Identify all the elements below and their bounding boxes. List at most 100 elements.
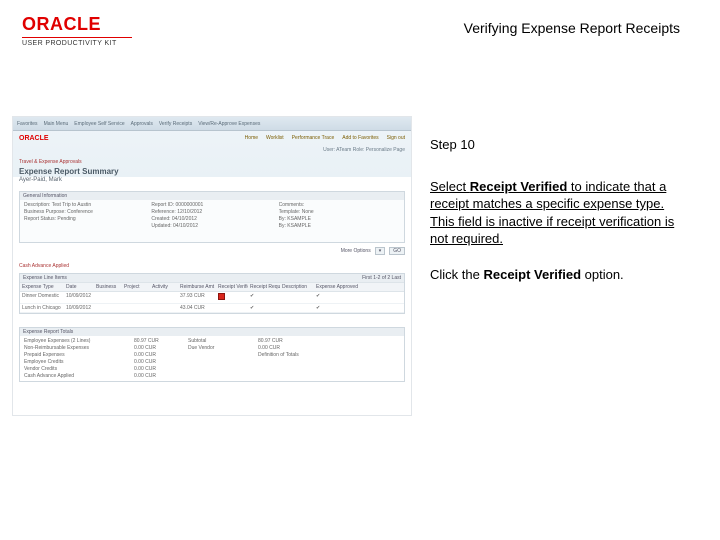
field-value: 04/10/2012 bbox=[172, 216, 197, 222]
table-row: Dinner Domestic 10/09/2012 37.93 CUR ✔ ✔ bbox=[20, 292, 404, 304]
top-link[interactable]: Add to Favorites bbox=[342, 135, 378, 141]
col-header: Description bbox=[280, 283, 314, 291]
cell-description bbox=[280, 304, 314, 312]
cell-expense-approved: ✔ bbox=[314, 292, 368, 303]
instruction-action-bold: Receipt Verified bbox=[483, 267, 581, 282]
more-options-select[interactable]: ▾ bbox=[375, 247, 386, 255]
totals-label: Due Vendor bbox=[188, 345, 258, 351]
field-value: 0000000001 bbox=[176, 202, 204, 208]
field-label: Report ID bbox=[151, 202, 172, 208]
table-row: Lunch in Chicago 10/09/2012 43.04 CUR ✔ … bbox=[20, 304, 404, 313]
toolbar-item[interactable]: Favorites bbox=[17, 121, 38, 127]
cell-activity bbox=[150, 304, 178, 312]
totals-section: Expense Report Totals Employee Expenses … bbox=[19, 327, 405, 382]
field-label: Business Purpose bbox=[24, 209, 64, 215]
totals-label: Employee Credits bbox=[24, 359, 134, 365]
instruction-body: Select Receipt Verified to indicate that… bbox=[430, 178, 690, 248]
field-value: Pending bbox=[57, 216, 75, 222]
cell-expense-type: Dinner Domestic bbox=[20, 292, 64, 303]
cell-receipt-verified[interactable] bbox=[216, 292, 248, 303]
logo-subtitle: USER PRODUCTIVITY KIT bbox=[22, 40, 132, 47]
instruction-action: Click the Receipt Verified option. bbox=[430, 266, 690, 284]
top-link[interactable]: Worklist bbox=[266, 135, 284, 141]
totals-value: 80.97 CUR bbox=[134, 338, 178, 344]
instruction-action-post: option. bbox=[581, 267, 624, 282]
top-link[interactable]: Sign out bbox=[387, 135, 405, 141]
app-toolbar: Favorites Main Menu Employee Self Servic… bbox=[13, 117, 411, 131]
more-options-label: More Options bbox=[341, 248, 371, 254]
totals-body: Employee Expenses (2 Lines)80.97 CURSubt… bbox=[20, 336, 404, 381]
cell-amount: 43.04 CUR bbox=[178, 304, 216, 312]
cell-amount: 37.93 CUR bbox=[178, 292, 216, 303]
report-title: Expense Report Summary bbox=[19, 167, 119, 176]
step-label: Step 10 bbox=[430, 136, 690, 154]
cell-receipt-required: ✔ bbox=[248, 292, 280, 303]
totals-label: Subtotal bbox=[188, 338, 258, 344]
expense-grid-header: Expense Type Date Business Project Activ… bbox=[20, 282, 404, 292]
oracle-logo: ORACLE bbox=[22, 14, 132, 35]
col-header: Date bbox=[64, 283, 94, 291]
col-header: Activity bbox=[150, 283, 178, 291]
totals-value: 0.00 CUR bbox=[134, 366, 178, 372]
top-link[interactable]: Performance Trace bbox=[292, 135, 335, 141]
field-value: 04/10/2012 bbox=[173, 223, 198, 229]
report-subtitle: Ayer-Paid, Mark bbox=[19, 177, 62, 183]
general-info-box: General Information Description: Test Tr… bbox=[19, 191, 405, 243]
field-value: Test Trip to Austin bbox=[52, 202, 91, 208]
more-options-row: More Options ▾ GO bbox=[19, 247, 405, 255]
totals-value: 0.00 CUR bbox=[134, 359, 178, 365]
receipt-verified-checkbox[interactable] bbox=[218, 293, 225, 300]
col-header: Business bbox=[94, 283, 122, 291]
instruction-panel: Step 10 Select Receipt Verified to indic… bbox=[430, 136, 690, 301]
cell-business bbox=[94, 304, 122, 312]
col-header: Project bbox=[122, 283, 150, 291]
totals-value: 0.00 CUR bbox=[258, 345, 318, 351]
toolbar-item[interactable]: Employee Self Service bbox=[74, 121, 124, 127]
field-label: Template bbox=[279, 209, 299, 215]
instruction-body-bold: Receipt Verified bbox=[470, 179, 568, 194]
field-value: Conference bbox=[67, 209, 93, 215]
field-value: None bbox=[302, 209, 314, 215]
general-info-header: General Information bbox=[20, 192, 404, 200]
cell-receipt-required: ✔ bbox=[248, 304, 280, 312]
toolbar-item[interactable]: Verify Receipts bbox=[159, 121, 192, 127]
go-button[interactable]: GO bbox=[389, 247, 405, 255]
totals-label: Employee Expenses (2 Lines) bbox=[24, 338, 134, 344]
cell-project bbox=[122, 292, 150, 303]
totals-value: 0.00 CUR bbox=[134, 352, 178, 358]
totals-link[interactable]: Definition of Totals bbox=[258, 352, 318, 358]
totals-value: 0.00 CUR bbox=[134, 345, 178, 351]
toolbar-item[interactable]: Main Menu bbox=[44, 121, 69, 127]
totals-value: 80.97 CUR bbox=[258, 338, 318, 344]
totals-label: Prepaid Expenses bbox=[24, 352, 134, 358]
cell-activity bbox=[150, 292, 178, 303]
field-label: Updated bbox=[151, 223, 170, 229]
cell-description bbox=[280, 292, 314, 303]
cell-receipt-verified[interactable] bbox=[216, 304, 248, 312]
cell-business bbox=[94, 292, 122, 303]
field-label: Comments bbox=[279, 202, 303, 208]
cell-date: 10/09/2012 bbox=[64, 292, 94, 303]
totals-header: Expense Report Totals bbox=[23, 329, 73, 335]
totals-label: Cash Advance Applied bbox=[24, 373, 134, 379]
user-context-line: User: ATeam Role: Personalize Page bbox=[323, 147, 405, 153]
field-label: Report Status bbox=[24, 216, 55, 222]
col-header: Reimburse Amt bbox=[178, 283, 216, 291]
totals-value: 0.00 CUR bbox=[134, 373, 178, 379]
breadcrumb: Travel & Expense Approvals bbox=[19, 159, 82, 165]
brand-block: ORACLE USER PRODUCTIVITY KIT bbox=[22, 14, 132, 47]
toolbar-item[interactable]: View/Re-Approve Expenses bbox=[198, 121, 260, 127]
instruction-action-pre: Click the bbox=[430, 267, 483, 282]
field-label: Description bbox=[24, 202, 49, 208]
col-header: Expense Type bbox=[20, 283, 64, 291]
app-brand: ORACLE bbox=[19, 135, 49, 142]
field-label: By bbox=[279, 216, 285, 222]
top-link[interactable]: Home bbox=[245, 135, 258, 141]
cell-expense-type: Lunch in Chicago bbox=[20, 304, 64, 312]
totals-label: Vendor Credits bbox=[24, 366, 134, 372]
col-header: Receipt Verified bbox=[216, 283, 248, 291]
field-value: 12/10/2012 bbox=[177, 209, 202, 215]
toolbar-item[interactable]: Approvals bbox=[131, 121, 153, 127]
field-label: Created bbox=[151, 216, 169, 222]
totals-label: Non-Reimbursable Expenses bbox=[24, 345, 134, 351]
